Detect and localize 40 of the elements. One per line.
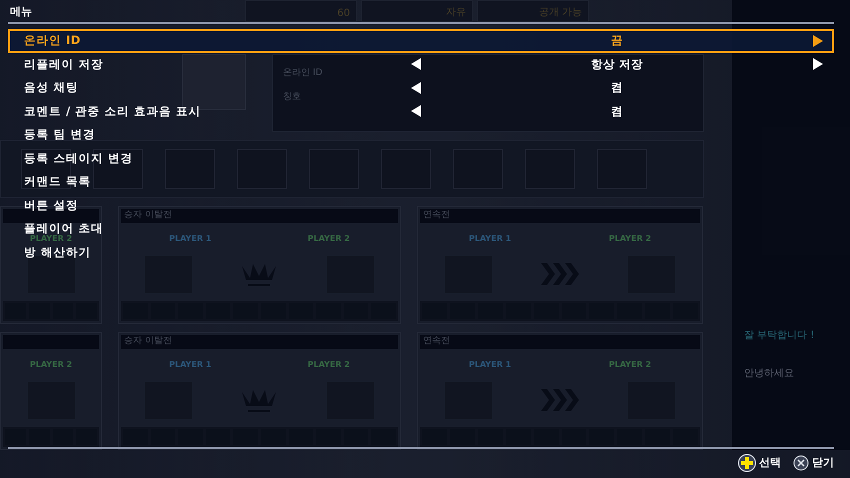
menu-item[interactable]: 플레이어 초대 <box>8 222 834 236</box>
menu-item[interactable]: 등록 팀 변경 <box>8 128 834 142</box>
menu-item[interactable]: 버튼 설정 <box>8 198 834 212</box>
player-label: PLAYER 2 <box>30 360 72 369</box>
menu-title: 메뉴 <box>9 4 32 20</box>
card-title: 연속전 <box>420 209 700 223</box>
chat-message: 안녕하세요 <box>744 367 795 380</box>
menu-item[interactable]: 온라인 ID 끔 <box>8 29 834 52</box>
card-title: 연속전 <box>420 335 700 349</box>
player-label: PLAYER 2 <box>308 360 350 369</box>
player-label: PLAYER 1 <box>169 360 212 369</box>
dpad-icon <box>738 454 756 472</box>
button-hint: 선택 <box>759 455 781 470</box>
left-arrow-icon[interactable] <box>411 105 421 118</box>
cross-button-icon <box>793 454 809 470</box>
card-title: 승자 이탈전 <box>121 335 398 349</box>
button-hint: 닫기 <box>812 455 834 470</box>
menu-item[interactable]: 커맨드 목록 <box>8 175 834 188</box>
menu-item[interactable]: 방 해산하기 <box>8 246 834 259</box>
chat-message: 잘 부탁합니다 ! <box>744 329 816 342</box>
menu-item[interactable]: 코멘트 / 관중 소리 효과음 표시 켬 <box>8 104 834 118</box>
player-label: PLAYER 2 <box>30 234 72 243</box>
option-value: 끔 <box>610 33 624 48</box>
option-value: 항상 저장 <box>590 56 644 72</box>
player-label: PLAYER 2 <box>608 360 652 369</box>
profile-label: 온라인 ID <box>283 68 322 78</box>
right-arrow-icon[interactable] <box>813 34 823 47</box>
option-value: 켬 <box>610 104 624 119</box>
menu-item[interactable]: 등록 스테이지 변경 <box>8 152 834 165</box>
right-arrow-icon[interactable] <box>813 58 823 70</box>
profile-label: 칭호 <box>283 92 301 102</box>
player-label: PLAYER 2 <box>308 234 350 243</box>
player-label: PLAYER 2 <box>608 234 652 243</box>
left-arrow-icon[interactable] <box>411 58 421 70</box>
option-value: 켬 <box>610 80 624 96</box>
player-label: PLAYER 1 <box>468 360 512 369</box>
card-title: 승자 이탈전 <box>121 209 398 223</box>
left-arrow-icon[interactable] <box>411 82 421 94</box>
player-label: PLAYER 1 <box>468 234 512 243</box>
player-label: PLAYER 1 <box>169 234 212 243</box>
